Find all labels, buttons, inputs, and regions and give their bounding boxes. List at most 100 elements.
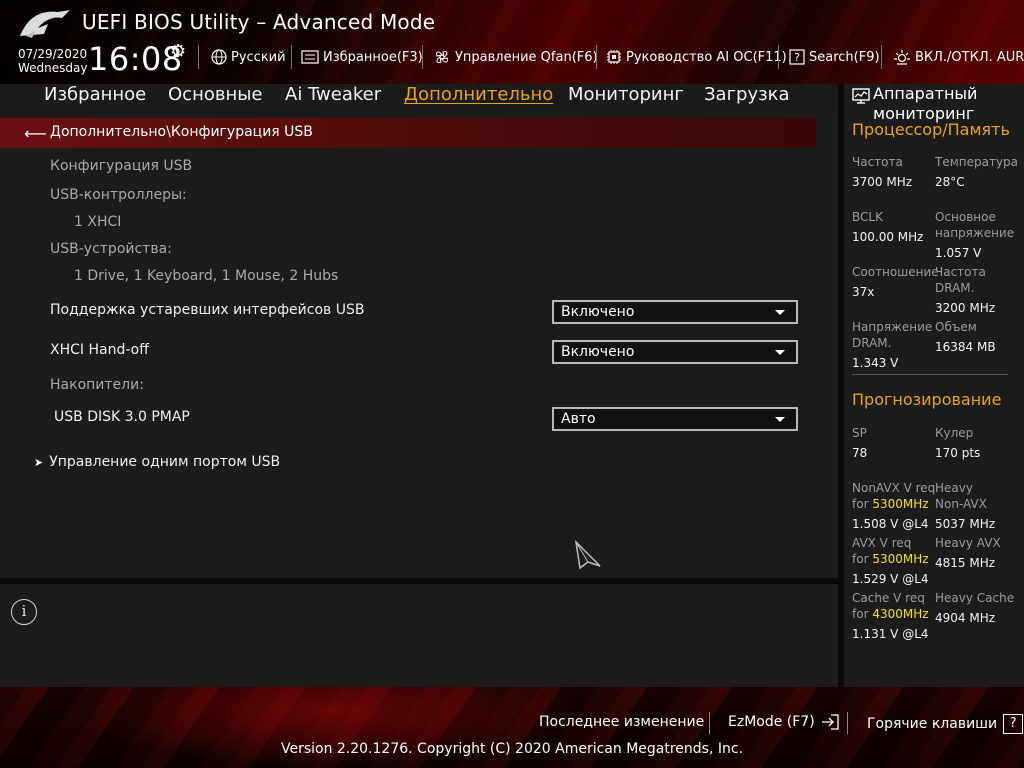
- header-divider: [881, 45, 882, 69]
- legacy-usb-select[interactable]: Включено: [552, 300, 798, 324]
- legacy-usb-label: Поддержка устаревших интерфейсов USB: [50, 302, 365, 318]
- rog-logo-icon: [20, 10, 70, 38]
- globe-icon: [211, 49, 227, 65]
- cooler-label: Кулер: [935, 426, 974, 440]
- legacy-usb-value: Включено: [561, 304, 635, 320]
- date-text: 07/29/2020: [18, 47, 88, 61]
- usb-controllers-label: USB-контроллеры:: [50, 187, 187, 203]
- avx-for-line: for 5300MHz: [852, 551, 929, 567]
- aura-toggle-button[interactable]: ВКЛ./ОТКЛ. AURA(: [893, 47, 1024, 67]
- dram-frequency-label-2: DRAM.: [935, 281, 975, 295]
- heavy-nonavx-value: 5037 MHz: [935, 517, 996, 531]
- heavy-cache-label: Heavy Cache: [935, 591, 1015, 605]
- avx-vreq-label: AVX V req: [852, 536, 912, 550]
- last-change-button[interactable]: Последнее изменение: [539, 714, 704, 730]
- ratio-value: 37x: [852, 285, 875, 299]
- aura-label: ВКЛ./ОТКЛ. AURA(: [915, 49, 1024, 65]
- cache-vreq-value: 1.131 V @L4: [852, 627, 929, 641]
- usb-disk-label: USB DISK 3.0 PMAP: [54, 409, 190, 425]
- dram-voltage-value: 1.343 V: [852, 356, 899, 370]
- tab-advanced[interactable]: Дополнительно: [404, 84, 553, 110]
- chevron-down-icon: [775, 417, 785, 422]
- app-title: UEFI BIOS Utility – Advanced Mode: [82, 10, 436, 34]
- last-change-label: Последнее изменение: [539, 714, 705, 730]
- heavy-avx-label: Heavy AVX: [935, 536, 1001, 550]
- avx-frequency: 5300MHz: [872, 552, 929, 566]
- header-bar: UEFI BIOS Utility – Advanced Mode 07/29/…: [0, 0, 1024, 84]
- tab-ai-tweaker[interactable]: Ai Tweaker: [285, 84, 381, 110]
- clock: 16:08: [88, 40, 183, 78]
- tab-boot[interactable]: Загрузка: [704, 84, 790, 110]
- language-button[interactable]: Русский: [211, 47, 286, 67]
- heavy-nonavx-label-1: Heavy: [935, 481, 973, 495]
- usb-disk-value: Авто: [561, 411, 596, 427]
- single-port-control-submenu[interactable]: ➤ Управление одним портом USB: [34, 452, 280, 472]
- section-divider: [852, 374, 1008, 375]
- nonavx-for-line: for 5300MHz: [852, 496, 929, 512]
- temperature-label: Температура: [935, 155, 1019, 169]
- clock-settings-gear-icon[interactable]: ⚙: [170, 41, 186, 62]
- cache-for-label: for: [852, 607, 869, 621]
- usb-devices-value: 1 Drive, 1 Keyboard, 1 Mouse, 2 Hubs: [74, 268, 339, 284]
- breadcrumb: Дополнительно\Конфигурация USB: [50, 124, 313, 140]
- footer-divider: [709, 712, 710, 734]
- usb-disk-select[interactable]: Авто: [552, 407, 798, 431]
- svg-text:?: ?: [794, 51, 800, 64]
- nonavx-vreq-value: 1.508 V @L4: [852, 517, 929, 531]
- header-divider: [596, 45, 597, 69]
- cache-frequency: 4300MHz: [872, 607, 929, 621]
- date-display: 07/29/2020 Wednesday: [18, 47, 87, 75]
- monitor-icon: [852, 88, 870, 104]
- xhci-handoff-value: Включено: [561, 344, 635, 360]
- favorites-label: Избранное(F3): [323, 49, 423, 65]
- single-port-label: Управление одним портом USB: [49, 454, 281, 470]
- core-voltage-value: 1.057 V: [935, 246, 982, 260]
- info-icon: i: [11, 599, 37, 625]
- favorites-button[interactable]: Избранное(F3): [301, 47, 423, 67]
- back-arrow-icon[interactable]: ⟵: [24, 124, 47, 143]
- tab-main[interactable]: Основные: [168, 84, 263, 110]
- capacity-label: Объем: [935, 320, 977, 334]
- tab-favorites[interactable]: Избранное: [44, 84, 146, 110]
- chevron-down-icon: [775, 310, 785, 315]
- ai-oc-label: Руководство AI OC(F11): [626, 49, 787, 65]
- ezmode-button[interactable]: EzMode (F7): [728, 714, 839, 730]
- ratio-label: Соотношение: [852, 265, 939, 279]
- main-panel: ⟵ Дополнительно\Конфигурация USB Конфигу…: [0, 112, 838, 578]
- qfan-label: Управление Qfan(F6): [455, 49, 598, 65]
- xhci-handoff-select[interactable]: Включено: [552, 340, 798, 364]
- monitor-title: Аппаратный мониторинг: [873, 84, 978, 123]
- search-label: Search(F9): [809, 49, 880, 65]
- help-panel: i: [0, 584, 838, 687]
- header-divider: [422, 45, 423, 69]
- bclk-label: BCLK: [852, 210, 883, 224]
- search-help-icon: ?: [789, 49, 805, 65]
- search-button[interactable]: ? Search(F9): [789, 47, 880, 67]
- header-divider: [778, 45, 779, 69]
- hotkeys-button[interactable]: Горячие клавиши ?: [867, 714, 1024, 734]
- usb-controllers-value: 1 XHCI: [74, 214, 122, 230]
- weekday-text: Wednesday: [18, 61, 88, 75]
- header-divider: [291, 45, 292, 69]
- submenu-arrow-icon: ➤: [34, 455, 44, 469]
- copyright-text: Version 2.20.1276. Copyright (C) 2020 Am…: [280, 741, 744, 757]
- qfan-button[interactable]: Управление Qfan(F6): [433, 47, 598, 67]
- breadcrumb-bar: ⟵ Дополнительно\Конфигурация USB: [0, 118, 816, 148]
- frequency-label: Частота: [852, 155, 903, 169]
- favorites-list-icon: [301, 50, 319, 64]
- heavy-nonavx-label-2: Non-AVX: [935, 497, 987, 511]
- chevron-down-icon: [775, 350, 785, 355]
- tab-monitor[interactable]: Мониторинг: [568, 84, 684, 110]
- fan-icon: [436, 51, 448, 63]
- ai-oc-guide-button[interactable]: Руководство AI OC(F11): [606, 47, 787, 67]
- cooler-value: 170 pts: [935, 446, 981, 460]
- hardware-monitor-panel: Аппаратный мониторинг Процессор/Память Ч…: [844, 84, 1024, 687]
- core-voltage-label-2: напряжение: [935, 226, 1015, 240]
- hotkeys-help-icon: ?: [1003, 714, 1024, 734]
- language-label: Русский: [231, 49, 286, 65]
- dram-frequency-label-1: Частота: [935, 265, 986, 279]
- cache-for-line: for 4300MHz: [852, 606, 929, 622]
- xhci-handoff-label: XHCI Hand-off: [50, 342, 149, 358]
- cpu-memory-section-title: Процессор/Память: [852, 120, 1010, 139]
- storage-label: Накопители:: [50, 377, 144, 393]
